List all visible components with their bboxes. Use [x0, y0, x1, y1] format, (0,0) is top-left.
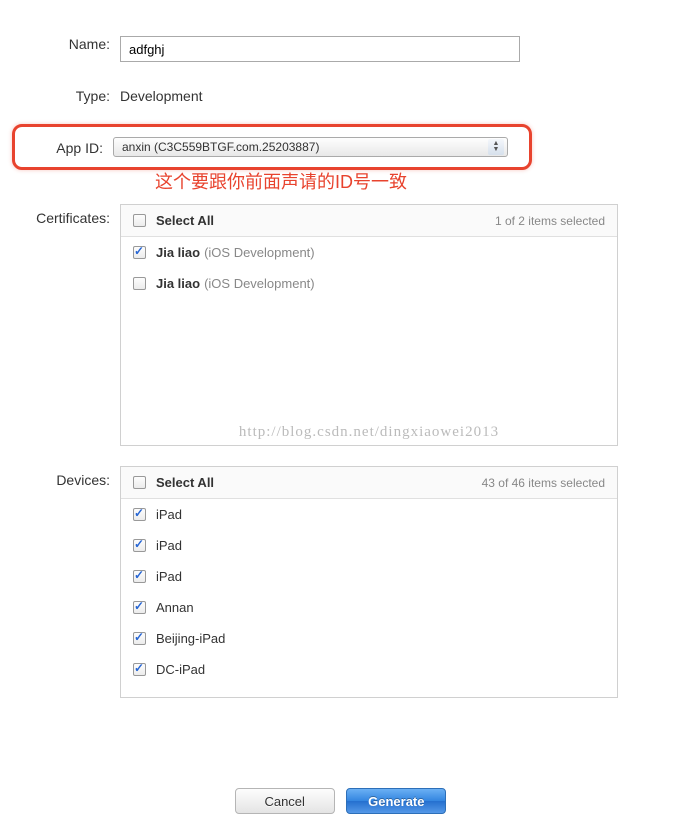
device-name: DC-iPad — [156, 662, 205, 677]
device-checkbox[interactable] — [133, 570, 146, 583]
device-name: Beijing-iPad — [156, 631, 225, 646]
appid-label: App ID: — [15, 139, 113, 156]
device-name: iPad — [156, 538, 182, 553]
certificate-name: Jia liao — [156, 245, 200, 260]
list-item: Beijing-iPad — [121, 623, 617, 654]
certificate-checkbox[interactable] — [133, 246, 146, 259]
certificates-select-all-label: Select All — [156, 213, 495, 228]
annotation-text: 这个要跟你前面声请的ID号一致 — [155, 168, 661, 194]
devices-row: Devices: Select All 43 of 46 items selec… — [20, 466, 661, 698]
name-row: Name: — [20, 30, 661, 62]
certificates-header: Select All 1 of 2 items selected — [121, 205, 617, 237]
certificate-checkbox[interactable] — [133, 277, 146, 290]
devices-list: Select All 43 of 46 items selected iPadi… — [120, 466, 618, 698]
devices-select-all-label: Select All — [156, 475, 482, 490]
certificate-detail: (iOS Development) — [204, 245, 315, 260]
certificates-selection-count: 1 of 2 items selected — [495, 214, 605, 228]
certificates-list: Select All 1 of 2 items selected Jia lia… — [120, 204, 618, 446]
appid-select[interactable]: anxin (C3C559BTGF.com.25203887) — [113, 137, 508, 157]
appid-row: App ID: anxin (C3C559BTGF.com.25203887) … — [20, 124, 661, 170]
list-item: iPad — [121, 561, 617, 592]
list-item: Annan — [121, 592, 617, 623]
type-value: Development — [120, 88, 203, 104]
list-item: Jia liao (iOS Development) — [121, 268, 617, 299]
device-name: Annan — [156, 600, 194, 615]
devices-header: Select All 43 of 46 items selected — [121, 467, 617, 499]
list-item: DC-iPad — [121, 654, 617, 685]
type-label: Type: — [20, 82, 120, 104]
type-row: Type: Development — [20, 82, 661, 104]
list-item: iPad — [121, 530, 617, 561]
devices-body[interactable]: iPad iPad iPad Annan Beijing-iPad DC-iPad — [121, 499, 617, 697]
certificate-name: Jia liao — [156, 276, 200, 291]
device-name: iPad — [156, 569, 182, 584]
devices-selection-count: 43 of 46 items selected — [482, 476, 605, 490]
list-item: Jia liao (iOS Development) — [121, 237, 617, 268]
watermark-text: http://blog.csdn.net/dingxiaowei2013 — [121, 424, 617, 441]
device-checkbox[interactable] — [133, 632, 146, 645]
devices-label: Devices: — [20, 466, 120, 488]
certificates-row: Certificates: Select All 1 of 2 items se… — [20, 204, 661, 446]
list-item: iPad — [121, 499, 617, 530]
device-name: iPad — [156, 507, 182, 522]
device-checkbox[interactable] — [133, 508, 146, 521]
cancel-button[interactable]: Cancel — [235, 788, 335, 814]
device-checkbox[interactable] — [133, 601, 146, 614]
certificates-select-all-checkbox[interactable] — [133, 214, 146, 227]
certificates-body[interactable]: Jia liao (iOS Development) Jia liao (iOS De… — [121, 237, 617, 445]
name-label: Name: — [20, 30, 120, 52]
certificates-label: Certificates: — [20, 204, 120, 226]
device-checkbox[interactable] — [133, 663, 146, 676]
button-bar: Cancel Generate — [0, 758, 681, 834]
certificate-detail: (iOS Development) — [204, 276, 315, 291]
device-checkbox[interactable] — [133, 539, 146, 552]
appid-highlight: App ID: anxin (C3C559BTGF.com.25203887) … — [12, 124, 532, 170]
devices-select-all-checkbox[interactable] — [133, 476, 146, 489]
name-input[interactable] — [120, 36, 520, 62]
generate-button[interactable]: Generate — [346, 788, 446, 814]
